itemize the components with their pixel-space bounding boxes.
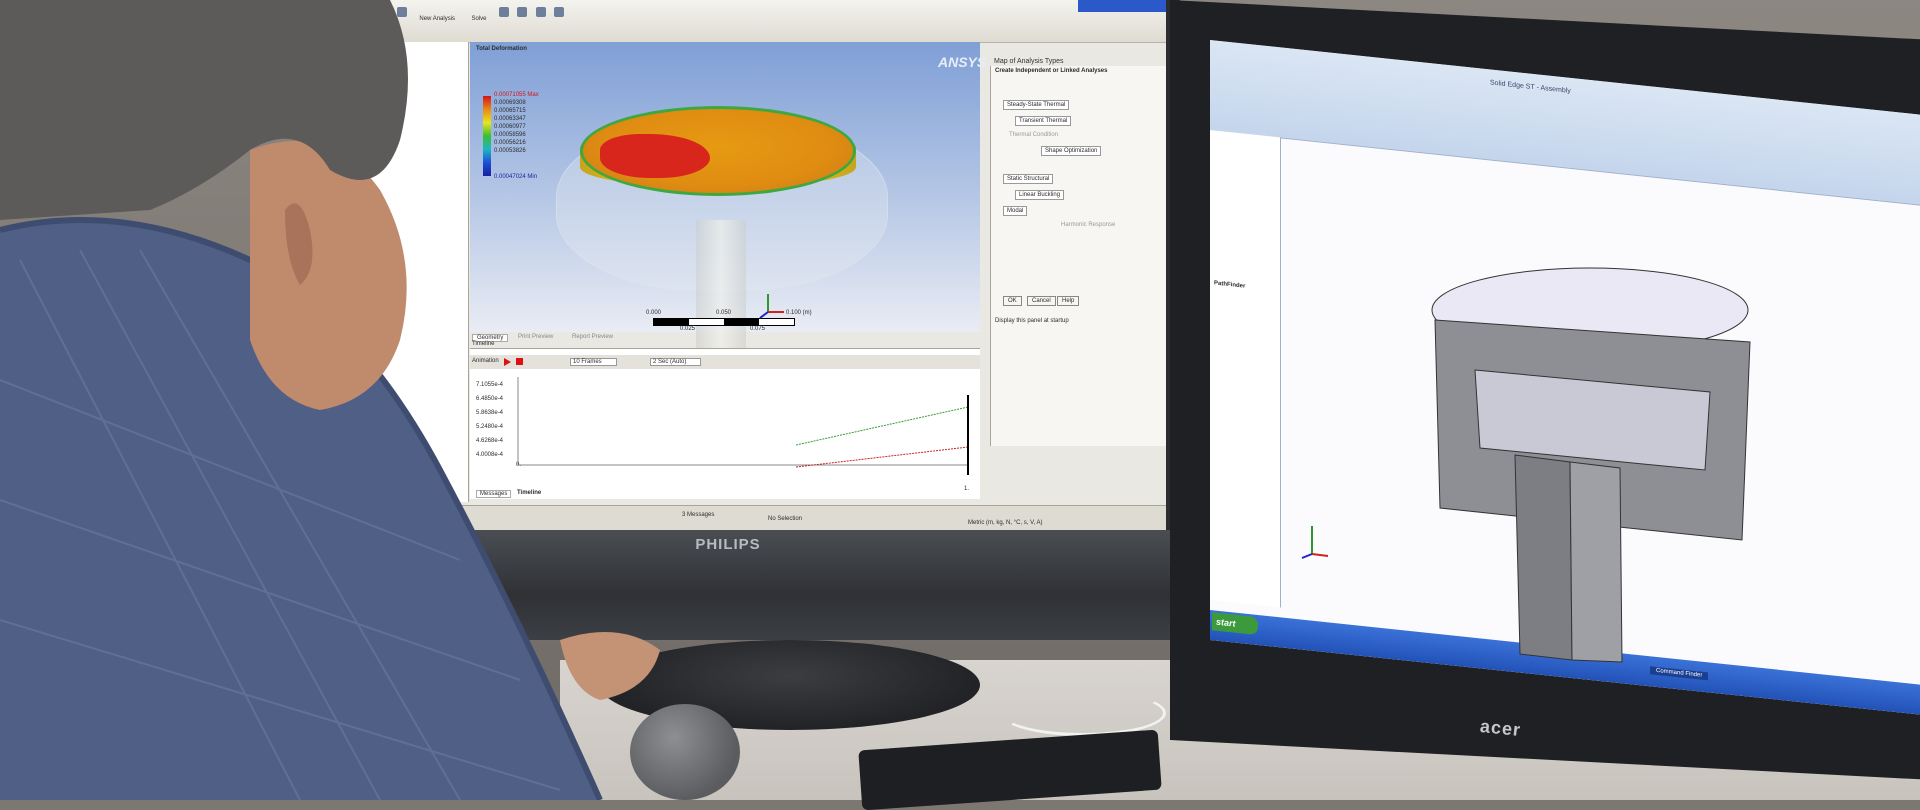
wizard-node[interactable]: Linear Buckling: [1015, 190, 1065, 200]
cancel-button[interactable]: Cancel: [1027, 296, 1056, 306]
x-end-label: 1.: [964, 486, 970, 492]
help-button[interactable]: Help: [1057, 296, 1080, 306]
analysis-wizard: Create Independent or Linked Analyses St…: [990, 66, 1166, 446]
ok-button[interactable]: OK: [1003, 296, 1022, 306]
pathfinder-panel[interactable]: PathFinder: [1210, 130, 1281, 608]
cad-triad-icon: [1301, 526, 1329, 559]
cad-part-section: [1431, 267, 1751, 663]
wizard-title: Create Independent or Linked Analyses: [995, 68, 1108, 74]
right-monitor-brand: acer: [1479, 715, 1523, 741]
wizard-node[interactable]: Static Structural: [1003, 174, 1054, 184]
wizard-header: Map of Analysis Types: [994, 58, 1064, 65]
window-titlebar: [1078, 0, 1166, 12]
wizard-node[interactable]: Shape Optimization: [1041, 146, 1102, 156]
triad-icon: [759, 294, 784, 319]
status-units: Metric (m, kg, N, °C, s, V, A): [968, 520, 1043, 526]
wizard-node[interactable]: Steady-State Thermal: [1003, 100, 1070, 110]
ansys-logo: ANSYS: [938, 54, 987, 70]
status-selection: No Selection: [768, 516, 803, 522]
startup-checkbox[interactable]: Display this panel at startup: [995, 318, 1069, 324]
series-max-line: [795, 406, 969, 446]
engineer: [0, 0, 660, 800]
cable: [1000, 690, 1166, 736]
wizard-node[interactable]: Harmonic Response: [1061, 222, 1115, 228]
model-stem: [696, 220, 746, 350]
series-min-line: [795, 446, 969, 468]
cad-window-title: Solid Edge ST - Assembly: [1490, 79, 1571, 95]
left-monitor-brand: PHILIPS: [695, 536, 761, 553]
scale-label: 0.100 (m): [786, 310, 812, 316]
scale-label: 0.050: [716, 310, 732, 316]
scale-label: 0.075: [750, 326, 766, 332]
wizard-node[interactable]: Transient Thermal: [1015, 116, 1072, 126]
pathfinder-title: PathFinder: [1214, 280, 1246, 290]
wizard-node[interactable]: Modal: [1003, 206, 1028, 216]
wizard-node[interactable]: Thermal Condition: [1009, 132, 1058, 138]
